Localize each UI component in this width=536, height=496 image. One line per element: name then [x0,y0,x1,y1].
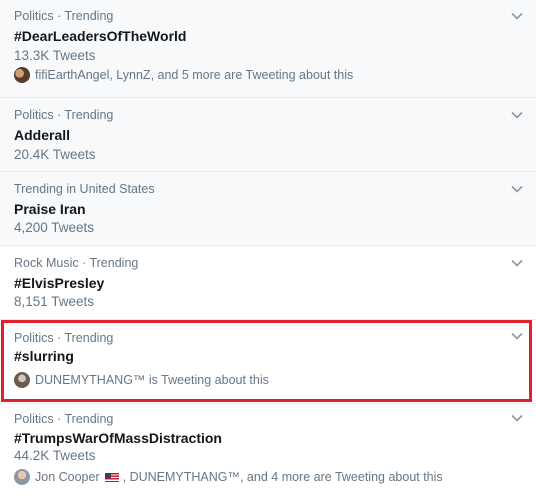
trend-item[interactable]: Politics · Trending Adderall 20.4K Tweet… [0,98,536,172]
tweeting-context: DUNEMYTHANG™ is Tweeting about this [14,372,269,388]
chevron-down-icon[interactable] [510,329,524,343]
avatar [14,67,30,83]
trend-category: Trending in United States [14,182,155,196]
context-user: Jon Cooper [35,470,100,484]
trend-category: Politics · Trending [14,108,114,122]
trend-category: Politics · Trending [14,331,114,345]
trend-category: Politics · Trending [14,9,114,23]
avatar [14,372,30,388]
trend-item[interactable]: Politics · Trending #DearLeadersOfTheWor… [0,0,536,98]
trend-category: Politics · Trending [14,412,114,426]
trend-category: Rock Music · Trending [14,256,139,270]
context-text: fifiEarthAngel, LynnZ, and 5 more are Tw… [35,68,354,82]
tweet-count: 4,200 Tweets [14,220,95,235]
trend-item[interactable]: Trending in United States Praise Iran 4,… [0,172,536,246]
context-text: , DUNEMYTHANG™, and 4 more are Tweeting … [122,470,443,484]
tweeting-context: fifiEarthAngel, LynnZ, and 5 more are Tw… [14,67,353,83]
tweet-count: 8,151 Tweets [14,294,95,309]
chevron-down-icon[interactable] [510,411,524,425]
trend-name: #slurring [14,348,74,364]
chevron-down-icon[interactable] [510,9,524,23]
chevron-down-icon[interactable] [510,182,524,196]
tweeting-context: Jon Cooper , DUNEMYTHANG™, and 4 more ar… [14,469,443,485]
trend-item[interactable]: Rock Music · Trending #ElvisPresley 8,15… [0,246,536,320]
context-text: DUNEMYTHANG™ is Tweeting about this [35,373,269,387]
tweet-count: 13.3K Tweets [14,48,96,63]
trend-name: #ElvisPresley [14,275,105,291]
tweet-count: 44.2K Tweets [14,448,96,463]
trend-item[interactable]: Politics · Trending #slurring DUNEMYTHAN… [0,320,536,404]
trend-name: #TrumpsWarOfMassDistraction [14,430,222,446]
avatar [14,469,30,485]
trend-name: Praise Iran [14,201,86,217]
us-flag-icon [104,472,119,482]
trend-name: Adderall [14,127,71,143]
chevron-down-icon[interactable] [510,108,524,122]
trend-name: #DearLeadersOfTheWorld [14,28,187,44]
chevron-down-icon[interactable] [510,256,524,270]
trend-item[interactable]: Politics · Trending #TrumpsWarOfMassDist… [0,404,536,496]
tweet-count: 20.4K Tweets [14,147,96,162]
